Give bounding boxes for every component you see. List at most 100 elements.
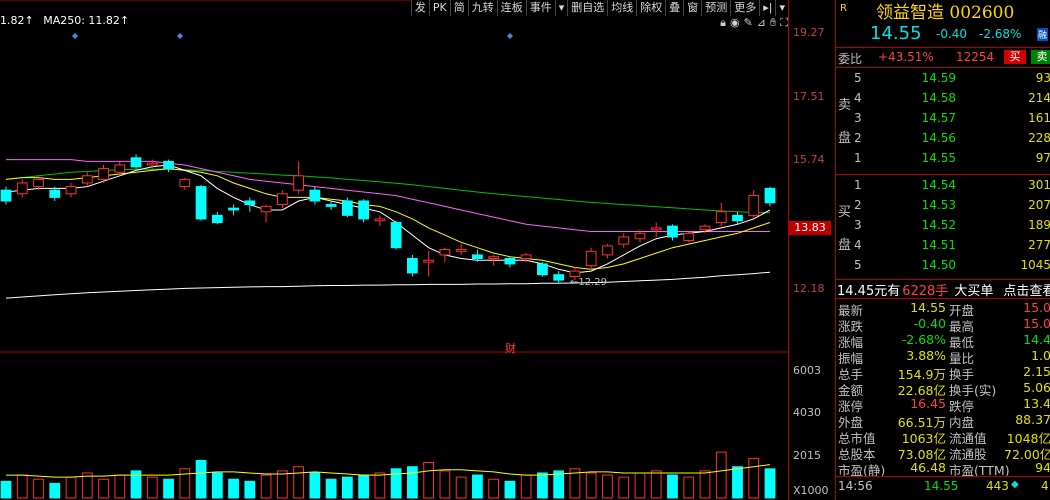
toolbar-item-11[interactable]: 窗 — [683, 0, 701, 16]
buy-button[interactable]: 买 — [1004, 50, 1026, 64]
bid-level: 5 — [854, 258, 862, 272]
volume-bar — [520, 474, 532, 499]
price-axis-label-3: 15.74 — [793, 153, 825, 166]
ma-yellow-line — [5, 168, 771, 270]
volume-axis-label-3: 2015 — [793, 449, 821, 462]
ask-price: 14.55 — [921, 151, 956, 165]
ask-row[interactable]: 2 14.56 228 — [836, 131, 1050, 151]
volume-bar — [439, 470, 451, 499]
ask-volume: 93 — [1035, 71, 1050, 85]
volume-bar — [358, 474, 369, 499]
stat-value: 94 — [1035, 460, 1050, 475]
bid-price: 14.50 — [921, 258, 956, 272]
stat-value: 3.88% — [906, 348, 946, 363]
stat-value: 13.4 — [1023, 396, 1050, 411]
bid-row[interactable]: 3 14.52 189 — [836, 218, 1050, 238]
ask-row[interactable]: 1 14.55 97 — [836, 151, 1050, 171]
volume-bar — [407, 466, 418, 499]
volume-bar — [260, 474, 272, 499]
big-order-row[interactable]: 14.45元有6228手大买单点击查看 — [836, 279, 1050, 299]
volume-bar — [49, 482, 61, 499]
kline-chart-area[interactable]: 1.82↑ MA250: 11.82↑ 发 PK 简九转 连板 事件 ▾ 删自选 均线 除权叠窗… — [0, 0, 788, 500]
ask-price: 14.57 — [921, 111, 956, 125]
bid-book: 买盘 1 14.54 301 2 14.53 207 3 14.52 189 4 14.51 277 5… — [836, 175, 1050, 279]
stat-row: 外盘 66.51万 内盘 88.37 — [836, 412, 1050, 430]
volume-bar — [195, 459, 207, 499]
pin-icon[interactable]: ✎ — [744, 16, 753, 32]
candle-body — [439, 249, 451, 256]
stock-name[interactable]: 领益智造 002600 — [876, 0, 1014, 23]
stat-value: -0.40 — [913, 316, 946, 331]
kline-chart-svg[interactable] — [0, 0, 788, 500]
lock-icon[interactable]: 🔒︎ — [720, 16, 726, 32]
hand-icon[interactable]: ✋︎ — [770, 16, 776, 32]
volume-bar — [553, 470, 565, 499]
bid-volume: 189 — [1028, 218, 1050, 232]
stat-row: 市盈(静) 46.48 市盈(TTM) 94 — [836, 460, 1050, 478]
volume-bar — [618, 476, 630, 499]
price-line: 14.55 -0.40 -2.68% 融 — [836, 22, 1050, 46]
toolbar-item-0[interactable]: 发 — [410, 0, 429, 16]
bid-row[interactable]: 5 14.50 1045 — [836, 258, 1050, 278]
fullscreen-icon[interactable]: ⛶ — [780, 16, 788, 32]
toolbar-icon-row: 🔒︎ ◉ ✎ ⊿ ✋︎ ⛶ — [720, 16, 788, 32]
toolbar-item-13[interactable]: 更多 — [730, 0, 759, 16]
toolbar-item-12[interactable]: 预测 — [701, 0, 730, 16]
volume-bar — [211, 472, 223, 499]
stat-value: 5.06 — [1023, 380, 1050, 395]
candle-body — [130, 157, 142, 168]
candle-body — [748, 195, 760, 216]
toolbar-item-9[interactable]: 除权 — [636, 0, 665, 16]
candle-body — [228, 207, 239, 211]
bid-row[interactable]: 4 14.51 277 — [836, 238, 1050, 258]
toolbar-item-3[interactable]: 九转 — [467, 0, 497, 16]
toolbar-item-6[interactable]: ▾ — [554, 0, 568, 16]
candle-body — [33, 178, 44, 188]
ask-volume: 161 — [1028, 111, 1050, 125]
candle-body — [49, 189, 61, 198]
stat-row: 总市值 1063亿 流通值 1048亿 — [836, 428, 1050, 446]
sell-button[interactable]: 卖 — [1031, 50, 1050, 64]
ma250-line — [5, 271, 771, 299]
toolbar-item-10[interactable]: 叠 — [665, 0, 683, 16]
ask-book: 卖盘 5 14.59 93 4 14.58 214 3 14.57 161 2 14.56 228 1 1… — [836, 68, 1050, 173]
bid-row[interactable]: 1 14.54 301 — [836, 178, 1050, 198]
tick-time: 14:56 — [838, 479, 873, 493]
candle-body — [390, 222, 402, 249]
price-axis-label-2: 17.51 — [793, 90, 825, 103]
toolbar-item-7[interactable]: 删自选 — [567, 0, 607, 16]
stat-row: 总股本 73.08亿 流通股 72.00亿 — [836, 444, 1050, 462]
ma250-value: MA250: 11.82↑ — [43, 14, 130, 27]
ask-level: 2 — [854, 131, 862, 145]
toolbar-item-8[interactable]: 均线 — [607, 0, 636, 16]
volume-bar — [764, 468, 776, 499]
order-ratio-row: 委比 +43.51% 12254 买 卖 — [836, 47, 1050, 68]
stat-row: 最新 14.55 开盘 15.0 — [836, 300, 1050, 318]
event-diamond-icon — [507, 33, 513, 39]
eye-icon[interactable]: ◉ — [730, 16, 740, 32]
ask-row[interactable]: 3 14.57 161 — [836, 111, 1050, 131]
toolbar-item-4[interactable]: 连板 — [496, 0, 526, 16]
ask-row[interactable]: 4 14.58 214 — [836, 91, 1050, 111]
volume-bar — [163, 478, 174, 499]
bid-row[interactable]: 2 14.53 207 — [836, 198, 1050, 218]
stat-value: 88.37 — [1015, 412, 1050, 427]
order-ratio-diff: 12254 — [956, 50, 995, 64]
toolbar-item-2[interactable]: 简 — [449, 0, 468, 16]
ask-level: 5 — [854, 71, 862, 85]
big-order-link[interactable]: 点击查看 — [1003, 284, 1050, 298]
big-order-label: 大买单 — [954, 284, 994, 299]
ruler-icon[interactable]: ⊿ — [757, 16, 766, 32]
volume-bar — [390, 468, 402, 499]
order-ratio-label: 委比 — [838, 52, 863, 66]
ask-volume: 97 — [1035, 151, 1050, 165]
candle-body — [504, 258, 516, 265]
toolbar-item-14[interactable]: ▸| — [759, 0, 775, 16]
finance-marker[interactable]: 财 — [505, 340, 516, 356]
toolbar-item-5[interactable]: 事件 — [525, 0, 555, 16]
toolbar-item-1[interactable]: PK — [428, 0, 450, 16]
ask-row[interactable]: 5 14.59 93 — [836, 71, 1050, 91]
toolbar-item-15[interactable]: ▾ — [775, 0, 788, 16]
candle-body — [488, 256, 500, 260]
candle-body — [569, 270, 581, 277]
